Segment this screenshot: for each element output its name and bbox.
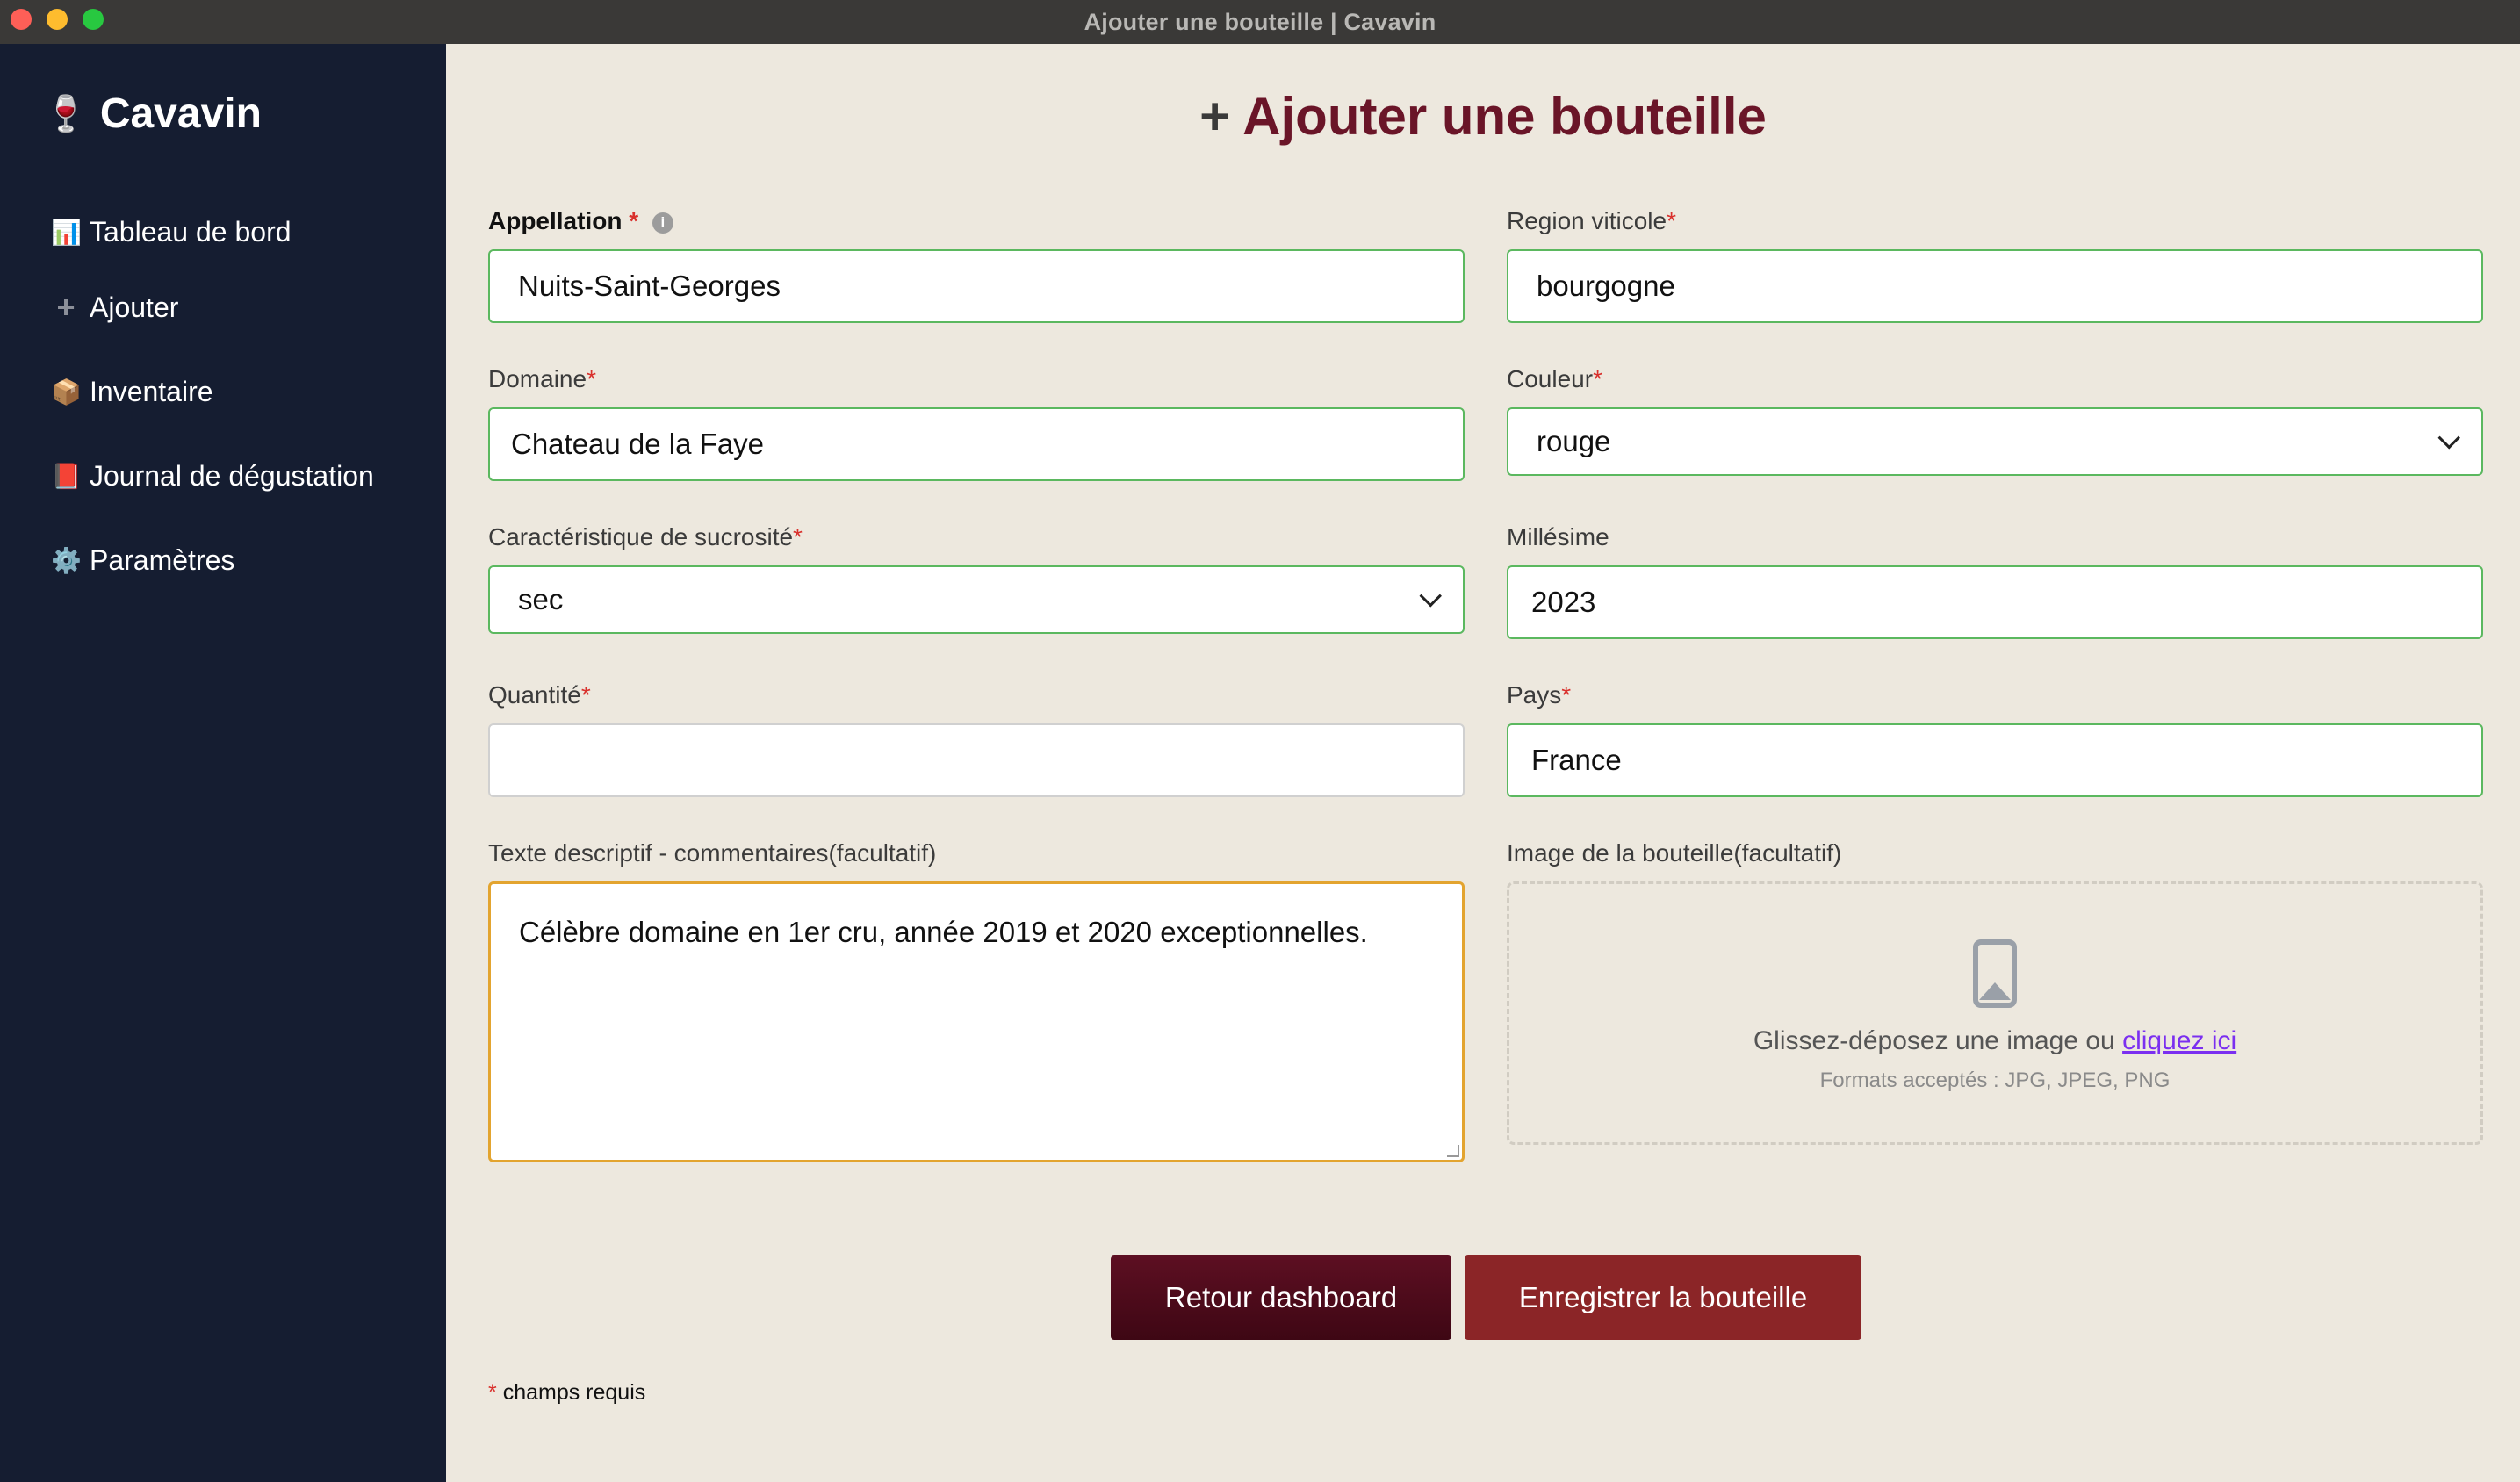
- couleur-select[interactable]: rouge: [1507, 407, 2483, 476]
- region-label: Region viticole: [1507, 207, 1667, 234]
- domaine-label: Domaine: [488, 365, 587, 392]
- quantite-field-group: Quantité*: [488, 678, 1465, 797]
- appellation-field-group: Appellation * i Nuits-Saint-Georges: [488, 204, 1465, 323]
- sucrosite-selected-value: sec: [518, 583, 564, 615]
- chevron-down-icon: [2437, 427, 2460, 450]
- sidebar-item-dashboard[interactable]: 📊 Tableau de bord: [51, 198, 374, 265]
- millesime-label: Millésime: [1507, 523, 1609, 550]
- close-window-button[interactable]: [11, 9, 32, 30]
- required-marker: *: [580, 681, 591, 709]
- window-titlebar: Ajouter une bouteille | Cavavin: [0, 0, 2520, 44]
- domaine-input[interactable]: Chateau de la Faye: [488, 407, 1465, 481]
- browse-link[interactable]: cliquez ici: [2122, 1026, 2236, 1055]
- sidebar-item-tasting-journal[interactable]: 📕 Journal de dégustation: [51, 434, 374, 518]
- package-icon: 📦: [51, 378, 82, 406]
- back-dashboard-button[interactable]: Retour dashboard: [1111, 1255, 1451, 1340]
- plus-icon: +: [56, 289, 76, 325]
- pays-input[interactable]: France: [1507, 723, 2483, 797]
- page-title: + Ajouter une bouteille: [446, 86, 2520, 147]
- required-marker: *: [629, 207, 639, 234]
- sucrosite-field-group: Caractéristique de sucrosité* sec: [488, 520, 1465, 634]
- image-field-group: Image de la bouteille(facultatif) Glisse…: [1507, 836, 2483, 1145]
- page-title-text: Ajouter une bouteille: [1242, 87, 1767, 146]
- description-field-group: Texte descriptif - commentaires(facultat…: [488, 836, 1465, 1162]
- sidebar-item-label: Paramètres: [90, 543, 235, 576]
- appellation-label: Appellation: [488, 207, 623, 234]
- accepted-formats: Formats acceptés : JPG, JPEG, PNG: [1819, 1068, 2171, 1092]
- sidebar-item-label: Tableau de bord: [90, 215, 292, 248]
- required-marker: *: [1667, 207, 1677, 234]
- couleur-label: Couleur: [1507, 365, 1594, 392]
- required-marker: *: [587, 365, 596, 392]
- description-label: Texte descriptif - commentaires(facultat…: [488, 839, 937, 867]
- resize-handle[interactable]: [1447, 1145, 1459, 1157]
- sidebar-item-add[interactable]: + Ajouter: [51, 265, 374, 349]
- info-icon[interactable]: i: [652, 212, 673, 234]
- required-fields-note: * champs requis: [488, 1380, 645, 1406]
- window-controls: [11, 9, 104, 30]
- quantite-input[interactable]: [488, 723, 1465, 797]
- sidebar-item-label: Inventaire: [90, 375, 213, 407]
- image-dropzone[interactable]: Glissez-déposez une image ou cliquez ici…: [1507, 881, 2483, 1145]
- plus-icon: +: [1199, 87, 1231, 146]
- dropzone-text: Glissez-déposez une image ou: [1753, 1026, 2115, 1055]
- pays-field-group: Pays* France: [1507, 678, 2483, 797]
- sucrosite-select[interactable]: sec: [488, 565, 1465, 634]
- sidebar: 🍷 Cavavin 📊 Tableau de bord + Ajouter 📦 …: [0, 44, 446, 1482]
- millesime-input[interactable]: 2023: [1507, 565, 2483, 639]
- region-field-group: Region viticole* bourgogne: [1507, 204, 2483, 323]
- required-fields-text: champs requis: [502, 1380, 646, 1405]
- minimize-window-button[interactable]: [47, 9, 68, 30]
- image-upload-icon: [1973, 939, 2017, 1008]
- description-textarea[interactable]: Célèbre domaine en 1er cru, année 2019 e…: [488, 881, 1465, 1162]
- couleur-field-group: Couleur* rouge: [1507, 362, 2483, 476]
- maximize-window-button[interactable]: [83, 9, 104, 30]
- sucrosite-label: Caractéristique de sucrosité: [488, 523, 794, 550]
- quantite-label: Quantité: [488, 681, 581, 709]
- sidebar-item-label: Journal de dégustation: [90, 459, 374, 492]
- domaine-field-group: Domaine* Chateau de la Faye: [488, 362, 1465, 481]
- pays-label: Pays: [1507, 681, 1562, 709]
- brand-name: Cavavin: [99, 90, 262, 137]
- sidebar-nav: 📊 Tableau de bord + Ajouter 📦 Inventaire…: [51, 198, 374, 602]
- gear-icon: ⚙️: [51, 546, 82, 574]
- sidebar-item-inventory[interactable]: 📦 Inventaire: [51, 349, 374, 434]
- required-marker: *: [488, 1380, 497, 1405]
- chevron-down-icon: [1419, 585, 1442, 608]
- required-marker: *: [1593, 365, 1602, 392]
- wine-glass-icon: 🍷: [44, 95, 88, 133]
- appellation-input[interactable]: Nuits-Saint-Georges: [488, 249, 1465, 323]
- book-icon: 📕: [51, 462, 82, 490]
- description-text: Célèbre domaine en 1er cru, année 2019 e…: [519, 916, 1368, 948]
- sidebar-item-label: Ajouter: [90, 291, 179, 323]
- save-bottle-button[interactable]: Enregistrer la bouteille: [1465, 1255, 1861, 1340]
- millesime-field-group: Millésime 2023: [1507, 520, 2483, 639]
- couleur-selected-value: rouge: [1537, 425, 1611, 457]
- main-content: + Ajouter une bouteille Appellation * i N…: [446, 44, 2520, 1482]
- required-marker: *: [1561, 681, 1572, 709]
- brand[interactable]: 🍷 Cavavin: [44, 90, 262, 138]
- window-title: Ajouter une bouteille | Cavavin: [1084, 8, 1436, 35]
- image-label: Image de la bouteille(facultatif): [1507, 839, 1842, 867]
- chart-icon: 📊: [51, 218, 82, 246]
- sidebar-item-settings[interactable]: ⚙️ Paramètres: [51, 518, 374, 602]
- required-marker: *: [793, 523, 803, 550]
- region-input[interactable]: bourgogne: [1507, 249, 2483, 323]
